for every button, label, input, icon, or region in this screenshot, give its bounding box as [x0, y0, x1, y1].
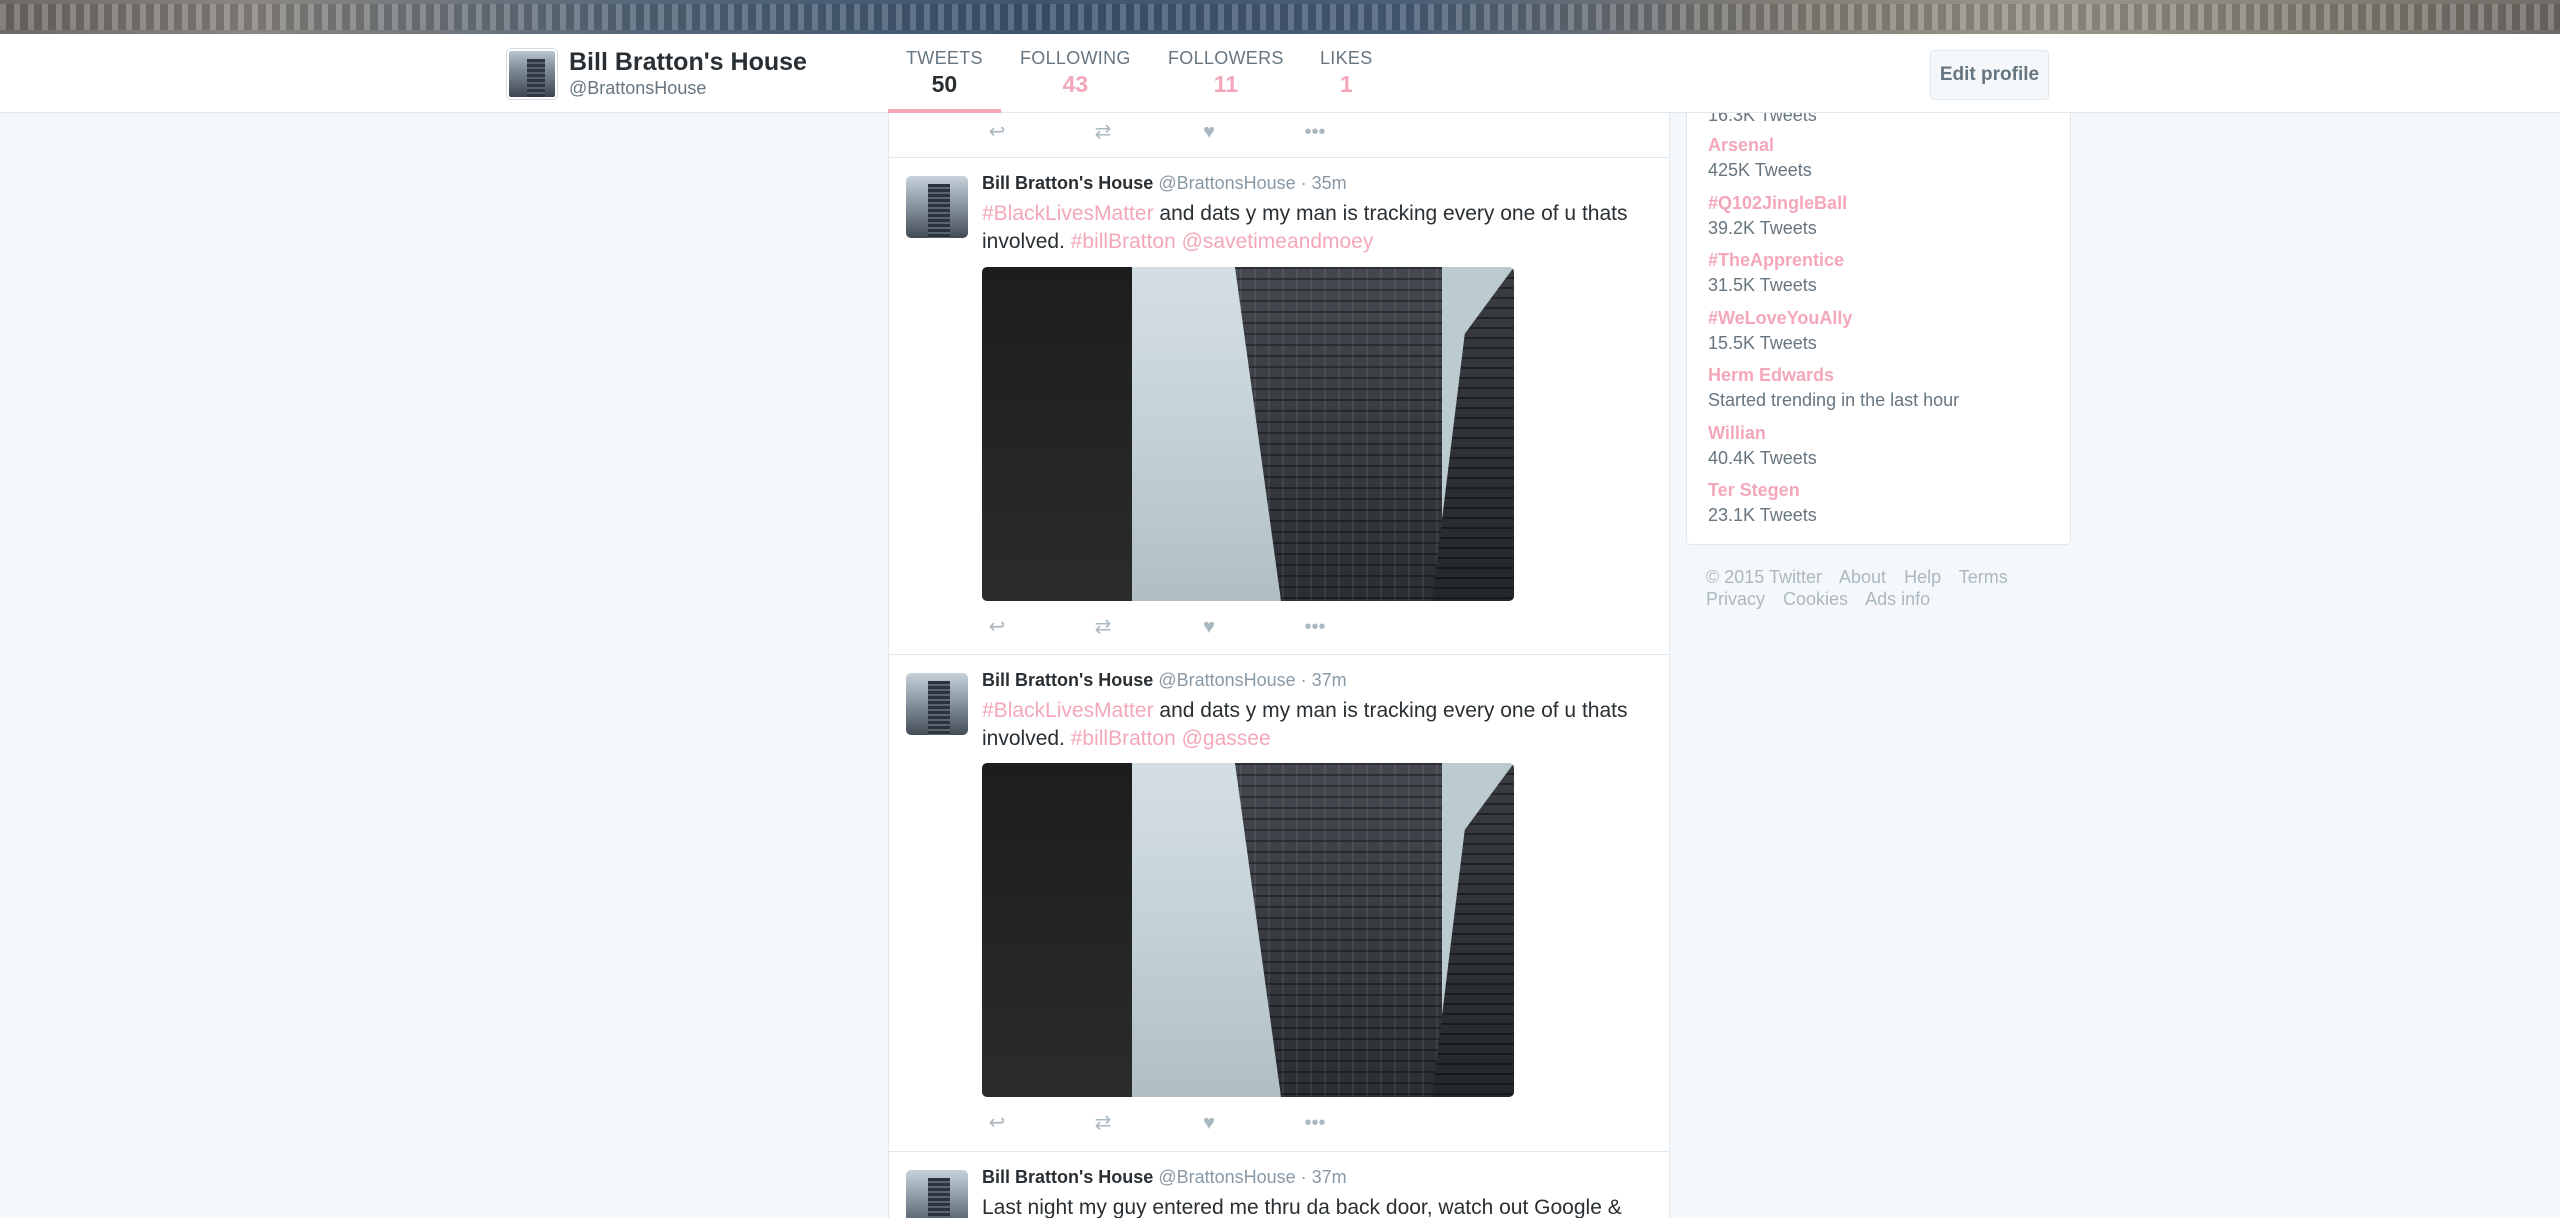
photo-building-right — [1432, 267, 1514, 601]
stat-following-label: FOLLOWING — [1020, 48, 1131, 68]
trend-item[interactable]: Arsenal 425K Tweets — [1708, 135, 1812, 181]
retweet-icon[interactable]: ⇄ — [1089, 119, 1117, 145]
trend-stat: 15.5K Tweets — [1708, 333, 1817, 353]
tweet-avatar[interactable] — [906, 673, 968, 735]
footer-row-2: Privacy Cookies Ads info — [1706, 588, 2066, 610]
timeline: ↩ ⇄ ♥ ••• Bill Bratton's House @Brattons… — [888, 113, 1670, 1218]
trend-item[interactable]: #TheApprentice 31.5K Tweets — [1708, 250, 1844, 296]
tweet-header: Bill Bratton's House @BrattonsHouse · 37… — [982, 670, 1347, 691]
tweet-photo[interactable] — [982, 763, 1514, 1097]
retweet-icon[interactable]: ⇄ — [1089, 614, 1117, 640]
tweet-avatar[interactable] — [906, 1170, 968, 1218]
profile-name[interactable]: Bill Bratton's House — [569, 48, 807, 77]
banner-image — [0, 4, 2560, 30]
footer-link-terms[interactable]: Terms — [1959, 567, 2008, 587]
edit-profile-button[interactable]: Edit profile — [1930, 50, 2049, 100]
stat-likes-value: 1 — [1339, 71, 1353, 97]
tweet-meta: @BrattonsHouse · 37m — [1158, 1167, 1347, 1187]
stat-tweets[interactable]: TWEETS 50 — [888, 48, 1001, 113]
tweet-meta: @BrattonsHouse · 37m — [1158, 670, 1347, 690]
trend-name[interactable]: #WeLoveYouAlly — [1708, 308, 1852, 329]
footer-link-ads-info[interactable]: Ads info — [1865, 589, 1930, 609]
mention-links[interactable]: #billBratton @gassee — [1071, 727, 1271, 750]
heart-icon[interactable]: ♥ — [1195, 119, 1223, 145]
profile-banner — [0, 0, 2560, 34]
stat-following-value: 43 — [1062, 71, 1089, 97]
stat-followers-value: 11 — [1213, 71, 1239, 97]
tweet-body: Last night my guy entered me thru da bac… — [982, 1196, 1622, 1218]
tweet-meta: @BrattonsHouse · 35m — [1158, 173, 1347, 193]
trend-item[interactable]: Willian 40.4K Tweets — [1708, 423, 1817, 469]
footer-row-1: © 2015 Twitter About Help Terms — [1706, 566, 2066, 588]
hashtag-link[interactable]: #BlackLivesMatter — [982, 699, 1154, 722]
reply-icon[interactable]: ↩ — [983, 119, 1011, 145]
stat-following[interactable]: FOLLOWING 43 — [1020, 48, 1131, 98]
footer-link-about[interactable]: About — [1839, 567, 1886, 587]
trend-name[interactable]: #Q102JingleBall — [1708, 193, 1847, 214]
tweet[interactable]: Bill Bratton's House @BrattonsHouse · 37… — [889, 1151, 1669, 1218]
footer-link-help[interactable]: Help — [1904, 567, 1941, 587]
tweet-text: #BlackLivesMatter and dats y my man is t… — [982, 200, 1662, 256]
trend-name[interactable]: Willian — [1708, 423, 1817, 444]
stat-followers[interactable]: FOLLOWERS 11 — [1168, 48, 1284, 98]
trend-stat: 40.4K Tweets — [1708, 448, 1817, 468]
profile-avatar[interactable] — [507, 49, 557, 99]
stat-tweets-value: 50 — [931, 71, 958, 97]
hashtag-link[interactable]: #BlackLivesMatter — [982, 202, 1154, 225]
photo-building-right — [1432, 763, 1514, 1097]
trend-name[interactable]: Ter Stegen — [1708, 480, 1817, 501]
trend-item[interactable]: Herm Edwards Started trending in the las… — [1708, 365, 1959, 411]
more-icon[interactable]: ••• — [1301, 1110, 1329, 1136]
trend-stat-partial: 16.3K Tweets — [1708, 113, 1817, 125]
reply-icon[interactable]: ↩ — [983, 614, 1011, 640]
profile-handle: @BrattonsHouse — [569, 78, 707, 98]
tweet-author-name[interactable]: Bill Bratton's House — [982, 173, 1153, 193]
tweet[interactable]: Bill Bratton's House @BrattonsHouse · 35… — [889, 157, 1669, 654]
footer-link-cookies[interactable]: Cookies — [1783, 589, 1848, 609]
reply-icon[interactable]: ↩ — [983, 1110, 1011, 1136]
more-icon[interactable]: ••• — [1301, 614, 1329, 640]
footer-copyright: © 2015 Twitter — [1706, 567, 1822, 587]
trend-name[interactable]: Arsenal — [1708, 135, 1812, 156]
trend-item[interactable]: #Q102JingleBall 39.2K Tweets — [1708, 193, 1847, 239]
heart-icon[interactable]: ♥ — [1195, 614, 1223, 640]
more-icon[interactable]: ••• — [1301, 119, 1329, 145]
trend-stat: 23.1K Tweets — [1708, 505, 1817, 525]
stat-followers-label: FOLLOWERS — [1168, 48, 1284, 68]
photo-building-left — [982, 763, 1152, 1097]
tweet-text: Last night my guy entered me thru da bac… — [982, 1194, 1662, 1218]
tweet[interactable]: Bill Bratton's House @BrattonsHouse · 37… — [889, 654, 1669, 1151]
stat-likes[interactable]: LIKES 1 — [1320, 48, 1373, 98]
heart-icon[interactable]: ♥ — [1195, 1110, 1223, 1136]
trend-name[interactable]: #TheApprentice — [1708, 250, 1844, 271]
footer-link-privacy[interactable]: Privacy — [1706, 589, 1765, 609]
tweet-photo[interactable] — [982, 267, 1514, 601]
site-footer: © 2015 Twitter About Help Terms Privacy … — [1706, 566, 2066, 610]
stat-tweets-label: TWEETS — [906, 48, 983, 68]
trend-name[interactable]: Herm Edwards — [1708, 365, 1959, 386]
trend-stat: Started trending in the last hour — [1708, 390, 1960, 410]
tweet-header: Bill Bratton's House @BrattonsHouse · 35… — [982, 173, 1347, 194]
trend-item[interactable]: Ter Stegen 23.1K Tweets — [1708, 480, 1817, 526]
stat-likes-label: LIKES — [1320, 48, 1373, 68]
trend-stat: 39.2K Tweets — [1708, 218, 1817, 238]
photo-building-left — [982, 267, 1152, 601]
trend-stat: 31.5K Tweets — [1708, 275, 1817, 295]
trend-item[interactable]: #WeLoveYouAlly 15.5K Tweets — [1708, 308, 1852, 354]
trends-module: 16.3K Tweets Arsenal 425K Tweets #Q102Ji… — [1686, 113, 2071, 545]
trend-stat: 425K Tweets — [1708, 160, 1812, 180]
retweet-icon[interactable]: ⇄ — [1089, 1110, 1117, 1136]
tweet-avatar[interactable] — [906, 176, 968, 238]
tweet-text: #BlackLivesMatter and dats y my man is t… — [982, 697, 1662, 753]
mention-links[interactable]: #billBratton @savetimeandmoey — [1071, 230, 1374, 253]
profile-nav: Bill Bratton's House @BrattonsHouse TWEE… — [0, 34, 2560, 113]
tweet-author-name[interactable]: Bill Bratton's House — [982, 1167, 1153, 1187]
tweet-author-name[interactable]: Bill Bratton's House — [982, 670, 1153, 690]
tweet-header: Bill Bratton's House @BrattonsHouse · 37… — [982, 1167, 1347, 1188]
